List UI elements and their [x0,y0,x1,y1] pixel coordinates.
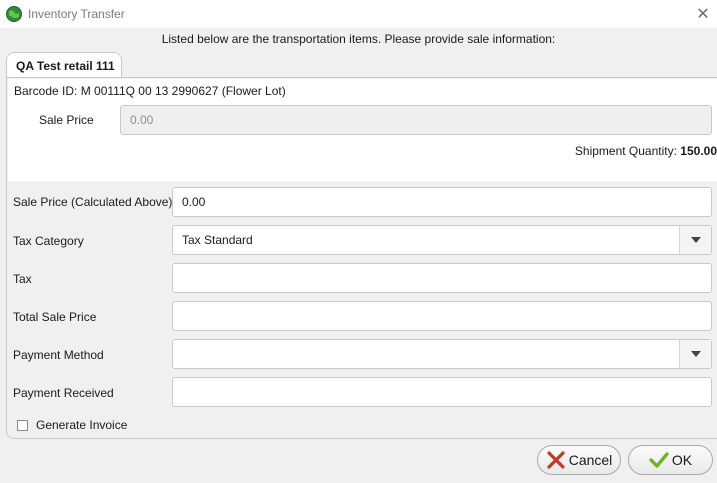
generate-invoice-label[interactable]: Generate Invoice [36,418,127,432]
cancel-x-icon [547,451,565,469]
payment-method-select[interactable] [172,339,712,369]
tab-qa-test-retail[interactable]: QA Test retail 111 [6,52,122,78]
ok-button-label: OK [671,452,693,468]
sale-price-label: Sale Price [39,113,94,127]
shipment-quantity: Shipment Quantity: 150.00 [575,144,717,158]
tab-panel: Barcode ID: M 00111Q 00 13 2990627 (Flow… [6,77,717,439]
payment-received-label: Payment Received [13,386,114,400]
sale-price-calc-label: Sale Price (Calculated Above) [13,195,173,209]
tax-category-select[interactable]: Tax Standard [172,225,712,255]
sale-price-input[interactable]: 0.00 [120,105,712,135]
tax-input[interactable] [172,263,712,293]
cancel-button[interactable]: Cancel [537,445,621,475]
barcode-id: Barcode ID: M 00111Q 00 13 2990627 (Flow… [14,84,286,98]
shipment-quantity-label: Shipment Quantity: [574,144,677,158]
cancel-button-label: Cancel [568,452,613,468]
tax-label: Tax [13,272,32,286]
tax-category-label: Tax Category [13,234,84,248]
generate-invoice-checkbox[interactable] [17,420,28,431]
payment-method-label: Payment Method [13,348,104,362]
tax-category-value: Tax Standard [182,233,253,247]
checkmark-icon [649,452,669,468]
title-bar: Inventory Transfer ✕ [0,0,717,28]
chevron-down-icon[interactable] [679,226,711,254]
item-details: Barcode ID: M 00111Q 00 13 2990627 (Flow… [8,79,717,181]
ok-button[interactable]: OK [628,445,713,475]
instruction-text: Listed below are the transportation item… [161,32,556,46]
total-sale-price-input[interactable] [172,301,712,331]
payment-received-input[interactable] [172,377,712,407]
chevron-down-icon[interactable] [679,340,711,368]
shipment-quantity-value: 150.00 [680,144,717,158]
globe-icon [6,6,22,22]
sale-price-calc-input[interactable]: 0.00 [172,187,712,217]
total-sale-price-label: Total Sale Price [13,310,97,324]
window-title: Inventory Transfer [28,7,125,21]
close-icon[interactable]: ✕ [690,2,716,26]
